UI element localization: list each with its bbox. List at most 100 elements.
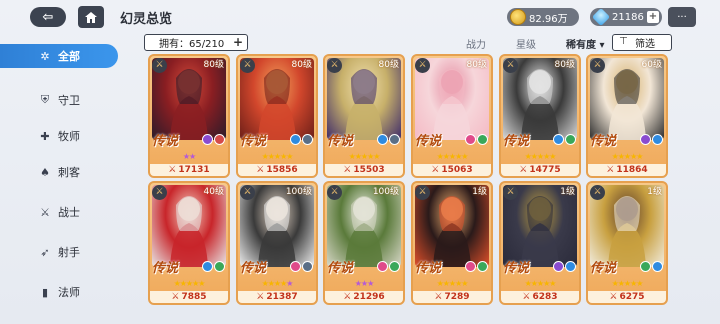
sidebar-item-4[interactable]: ⚔ 战士 <box>0 200 118 224</box>
dagger-icon: ♠ <box>40 165 50 179</box>
star-rating: ★★★★★ <box>588 152 666 161</box>
power-bar: ⚔ 6283 <box>501 291 579 303</box>
power-value: 11864 <box>616 165 648 175</box>
gold-stars: ★★★★★ <box>436 279 469 288</box>
gold-stars: ★★★★★ <box>261 152 294 161</box>
sidebar-item-label: 全部 <box>58 50 80 63</box>
rarity-label: 传说 <box>152 134 179 149</box>
sidebar-item-6[interactable]: ▮ 法师 <box>0 280 118 304</box>
hero-card[interactable]: ⚔ 40级 传说 ★★★★★ ⚔ 7885 <box>148 181 230 305</box>
hero-card[interactable]: ⚔ 80级 传说 ★★★★★ ⚔ 14775 <box>499 54 581 178</box>
power-sword-icon: ⚔ <box>256 165 265 175</box>
element-icon <box>290 261 301 272</box>
class-badge-icon: ⚔ <box>152 58 167 73</box>
power-bar: ⚔ 14775 <box>501 164 579 176</box>
power-value: 6283 <box>532 292 558 302</box>
hero-card[interactable]: ⚔ 1级 传说 ★★★★★ ⚔ 6283 <box>499 181 581 305</box>
sidebar-item-3[interactable]: ♠ 刺客 <box>0 160 118 184</box>
power-bar: ⚔ 21296 <box>325 291 403 303</box>
hero-level: 80级 <box>291 60 312 70</box>
hero-level: 80级 <box>466 60 487 70</box>
top-bar: ⇦ 幻灵总览 82.96万 21186 + ··· <box>0 0 720 34</box>
element-icons <box>377 134 400 145</box>
sidebar-item-0[interactable]: ✲ 全部 <box>0 44 118 68</box>
gold-coin-icon <box>510 9 526 25</box>
element-icon <box>214 134 225 145</box>
class-badge-icon: ⚔ <box>590 185 605 200</box>
gold-stars: ★★★★★ <box>524 279 557 288</box>
hero-card[interactable]: ⚔ 1级 传说 ★★★★★ ⚔ 6275 <box>586 181 668 305</box>
class-badge-icon: ⚔ <box>240 58 255 73</box>
hero-card[interactable]: ⚔ 80级 传说 ★★★★★ ⚔ 15503 <box>323 54 405 178</box>
element-icon <box>389 134 400 145</box>
sort-tab-power[interactable]: 战力 <box>466 36 486 51</box>
hero-card[interactable]: ⚔ 60级 传说 ★★★★★ ⚔ 11864 <box>586 54 668 178</box>
star-rating: ★★★★★ <box>325 152 403 161</box>
add-gems-button[interactable]: + <box>647 11 659 23</box>
hero-level: 100级 <box>372 187 399 197</box>
hero-level: 100级 <box>285 187 312 197</box>
element-icons <box>640 261 663 272</box>
purple-stars: ★ <box>286 279 293 288</box>
power-sword-icon: ⚔ <box>168 165 177 175</box>
element-icons <box>377 261 400 272</box>
element-icon <box>652 134 663 145</box>
hero-card[interactable]: ⚔ 1级 传说 ★★★★★ ⚔ 7289 <box>411 181 493 305</box>
home-button[interactable] <box>78 6 104 28</box>
gold-counter: 82.96万 <box>507 8 579 26</box>
power-sword-icon: ⚔ <box>434 292 443 302</box>
owned-count[interactable]: 拥有：65/210 + <box>144 34 248 51</box>
hero-card[interactable]: ⚔ 100级 传说 ★★★ ⚔ 21296 <box>323 181 405 305</box>
power-value: 7885 <box>181 292 207 302</box>
element-icon <box>553 134 564 145</box>
power-bar: ⚔ 7289 <box>413 291 491 303</box>
power-bar: ⚔ 17131 <box>150 164 228 176</box>
power-value: 6275 <box>619 292 645 302</box>
star-rating: ★★★★★ <box>413 152 491 161</box>
filter-icon: ⊤ <box>619 36 628 47</box>
purple-stars: ★★★ <box>354 279 374 288</box>
sort-tab-rarity[interactable]: 稀有度 ▾ <box>566 36 605 51</box>
class-badge-icon: ⚔ <box>415 185 430 200</box>
book-icon: ▮ <box>41 285 49 299</box>
element-icon <box>477 261 488 272</box>
element-icon <box>565 261 576 272</box>
sort-tab-stars[interactable]: 星级 <box>516 36 536 51</box>
rarity-label: 传说 <box>327 134 354 149</box>
owned-count-label: 拥有：65/210 <box>159 39 225 50</box>
element-icons <box>290 134 313 145</box>
rarity-label: 传说 <box>240 134 267 149</box>
gold-stars: ★★★★★ <box>611 152 644 161</box>
element-icons <box>290 261 313 272</box>
sidebar-item-5[interactable]: ➶ 射手 <box>0 240 118 264</box>
back-button[interactable]: ⇦ <box>30 7 66 27</box>
power-value: 15063 <box>441 165 473 175</box>
element-icon <box>202 134 213 145</box>
heart-icon: ✚ <box>40 129 50 143</box>
star-icon: ✲ <box>40 49 50 63</box>
gem-counter: 21186 + <box>590 7 662 27</box>
power-value: 15856 <box>266 165 298 175</box>
element-icon <box>377 261 388 272</box>
element-icon <box>389 261 400 272</box>
element-icons <box>202 261 225 272</box>
sidebar-item-1[interactable]: ⛨ 守卫 <box>0 88 118 112</box>
chat-button[interactable]: ··· <box>668 7 696 27</box>
class-badge-icon: ⚔ <box>152 185 167 200</box>
hero-card[interactable]: ⚔ 80级 传说 ★★★★★ ⚔ 15856 <box>236 54 318 178</box>
sidebar-item-2[interactable]: ✚ 牧师 <box>0 124 118 148</box>
hero-card[interactable]: ⚔ 100级 传说 ★★★★★ ⚔ 21387 <box>236 181 318 305</box>
hero-level: 80级 <box>554 60 575 70</box>
bow-icon: ➶ <box>40 245 50 259</box>
power-bar: ⚔ 15856 <box>238 164 316 176</box>
power-value: 7289 <box>444 292 470 302</box>
hero-level: 60级 <box>641 60 662 70</box>
gold-stars: ★★★★★ <box>611 279 644 288</box>
power-sword-icon: ⚔ <box>522 292 531 302</box>
power-value: 21296 <box>353 292 385 302</box>
element-icon <box>565 134 576 145</box>
hero-card[interactable]: ⚔ 80级 传说 ★★ ⚔ 17131 <box>148 54 230 178</box>
hero-card[interactable]: ⚔ 80级 传说 ★★★★★ ⚔ 15063 <box>411 54 493 178</box>
expand-slots-button[interactable]: + <box>233 35 243 49</box>
filter-button[interactable]: ⊤ 筛选 <box>612 34 672 51</box>
